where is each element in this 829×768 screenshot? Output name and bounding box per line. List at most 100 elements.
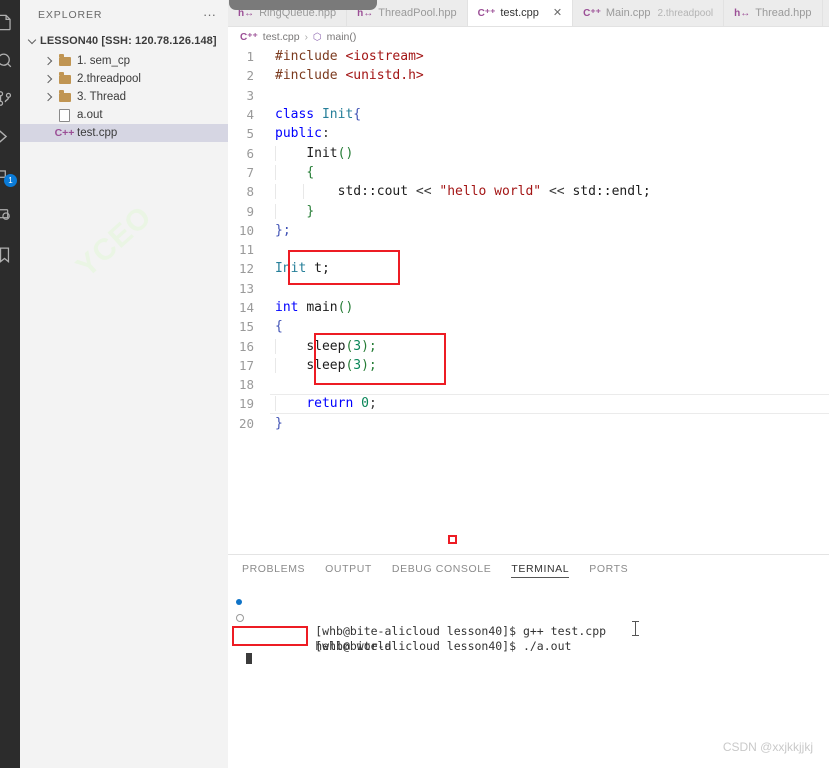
code-line: 8 std::cout << "hello world" << std::end… [228,182,829,201]
indent-guide [275,396,276,412]
search-icon[interactable] [0,44,20,76]
explorer-root-folder[interactable]: LESSON40 [SSH: 120.78.126.148] [20,30,228,52]
source-control-icon[interactable] [0,82,20,114]
code-editor[interactable]: 1 #include <iostream> 2 #include <unistd.h>… [228,47,829,545]
code-token: "hello world" [439,184,542,200]
code-token: main [306,300,338,315]
tab-main-cpp[interactable]: C⁺⁺ Main.cpp 2.threadpool [573,0,725,26]
indent-guide [275,338,276,354]
bookmarks-icon[interactable] [0,238,20,270]
line-number: 18 [238,377,254,393]
cpp-file-icon: C⁺⁺ [240,31,258,43]
code-token: () [337,145,354,161]
sidebar-item-label: 1. sem_cp [77,55,131,67]
indent-guide [275,164,276,180]
code-line: 5 public: [228,124,829,143]
line-content: class Init{ [270,107,829,122]
line-number: 14 [238,300,254,315]
breadcrumb-symbol[interactable]: main() [327,31,357,43]
remote-explorer-icon[interactable] [0,198,20,230]
run-debug-icon[interactable] [0,120,20,152]
line-number: 16 [238,338,254,354]
breadcrumb: C⁺⁺ test.cpp › ⬡ main() [228,27,829,47]
terminal-line: [whb@bite-alicloud lesson40]$ ./a.out [236,610,829,653]
editor-tab-bar: h↔ RingQueue.hpp h↔ ThreadPool.hpp C⁺⁺ t… [228,0,829,27]
line-content: } [270,203,829,219]
tab-ports[interactable]: PORTS [589,555,628,583]
sidebar-item-threadpool[interactable]: 2.threadpool [20,70,228,88]
line-content: std::cout << "hello world" << std::endl; [270,184,829,200]
window-title-overlay [229,0,377,10]
line-content: #include <unistd.h> [270,68,829,83]
folder-icon [57,72,72,84]
sidebar-item-thread[interactable]: 3. Thread [20,88,228,106]
file-icon [57,108,72,122]
tab-terminal[interactable]: TERMINAL [511,555,570,583]
line-number: 8 [246,184,254,200]
extensions-badge: 1 [4,174,17,187]
tab-label: ThreadPool.hpp [378,7,457,19]
tab-debug-console[interactable]: DEBUG CONSOLE [392,555,491,583]
line-number: 10 [238,222,254,238]
explorer-header: EXPLORER ··· [20,0,228,30]
annotation-square-marker [448,535,457,544]
chevron-down-icon [26,35,39,48]
code-token: class [275,107,322,123]
indent-guide [275,357,276,373]
line-content: } [270,416,829,431]
close-icon[interactable]: ✕ [553,7,562,19]
tab-thread-hpp[interactable]: h↔ Thread.hpp [724,0,823,26]
line-number: 3 [246,87,254,103]
indent-guide [275,184,276,200]
sidebar-item-a-out[interactable]: a.out [20,106,228,124]
chevron-right-icon [42,91,55,104]
code-token: { [275,319,283,335]
code-line: 3 [228,86,829,105]
line-number: 9 [246,203,254,219]
page-watermark: CSDN @xxjkkjjkj [722,740,813,754]
code-token: Init [306,145,338,161]
sidebar-item-sem-cp[interactable]: 1. sem_cp [20,52,228,70]
indent-guide [275,203,276,219]
command-pending-icon [236,613,244,622]
annotation-box-sleep [314,333,446,385]
code-line: 20} [228,414,829,433]
chevron-right-icon [42,55,55,68]
tab-output[interactable]: OUTPUT [325,555,372,583]
tab-label: test.cpp [500,7,539,19]
cpp-file-icon: C++ [54,126,75,139]
tab-problems[interactable]: PROBLEMS [242,555,305,583]
sidebar-item-label: test.cpp [77,127,118,139]
more-actions-icon[interactable]: ··· [203,8,220,21]
terminal-line: [whb@bite-alicloud lesson40]$ g++ test.c… [236,595,829,638]
chevron-right-icon [42,73,55,86]
sidebar-item-label: a.out [77,109,103,121]
code-token: std::cout [337,184,409,200]
sidebar-watermark: YCEO [70,199,159,284]
code-line: 6 Init() [228,143,829,162]
sidebar-item-label: 2.threadpool [77,73,141,85]
explorer-title: EXPLORER [38,9,103,21]
explorer-icon[interactable] [0,6,20,38]
terminal-output[interactable]: [whb@bite-alicloud lesson40]$ g++ test.c… [228,583,829,664]
line-number: 1 [246,49,254,65]
command-success-icon [236,599,242,605]
code-token: << [408,184,440,200]
hpp-file-icon: h↔ [734,7,751,19]
line-number: 6 [246,145,254,161]
panel-tab-bar: PROBLEMS OUTPUT DEBUG CONSOLE TERMINAL P… [228,555,829,583]
line-number: 13 [238,280,254,296]
line-content: }; [270,223,829,238]
line-content: int main() [270,300,829,315]
indent-guide [303,184,304,200]
code-token: << [541,184,573,200]
breadcrumb-file[interactable]: test.cpp [263,31,300,43]
indent-guide [275,145,276,161]
tab-test-cpp[interactable]: C⁺⁺ test.cpp ✕ [467,0,574,26]
code-token: #include [275,68,346,84]
sidebar-item-label: 3. Thread [77,91,127,103]
sidebar-item-test-cpp[interactable]: C++ test.cpp [20,124,228,142]
code-token: return [306,396,362,412]
